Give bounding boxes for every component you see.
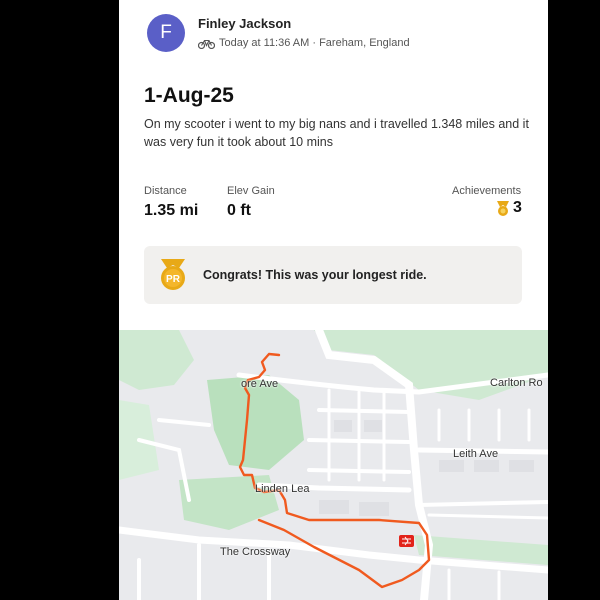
avatar-initial: F bbox=[160, 22, 172, 43]
road-label-leith-ave: Leith Ave bbox=[453, 448, 499, 460]
avatar[interactable]: F bbox=[147, 14, 185, 52]
elev-gain-value: 0 ft bbox=[227, 202, 251, 219]
activity-meta-text: Today at 11:36 AM · Fareham, England bbox=[219, 37, 410, 49]
road-label-carlton: Carlton Ro bbox=[490, 377, 543, 389]
athlete-name[interactable]: Finley Jackson bbox=[198, 16, 291, 31]
achievements-value: 3 bbox=[513, 199, 522, 216]
pr-medal-icon: PR bbox=[161, 259, 185, 290]
activity-description: On my scooter i went to my big nans and … bbox=[144, 117, 529, 149]
map-canvas bbox=[119, 330, 548, 600]
medal-icon bbox=[497, 200, 509, 216]
road-label-crossway: The Crossway bbox=[220, 546, 291, 558]
elev-gain-label: Elev Gain bbox=[227, 185, 275, 197]
distance-value: 1.35 mi bbox=[144, 202, 199, 219]
achievements-label: Achievements bbox=[452, 185, 522, 197]
rail-station-icon bbox=[399, 535, 414, 547]
activity-title: 1-Aug-25 bbox=[144, 84, 234, 107]
bike-icon bbox=[198, 39, 215, 49]
achievements-count[interactable]: 3 bbox=[495, 199, 522, 217]
activity-meta: Today at 11:36 AM · Fareham, England bbox=[198, 37, 410, 49]
route-map[interactable]: ore Ave Carlton Ro Leith Ave Linden Lea … bbox=[119, 330, 548, 600]
distance-label: Distance bbox=[144, 185, 187, 197]
longest-ride-banner[interactable]: PR Congrats! This was your longest ride. bbox=[144, 246, 522, 304]
activity-card: F Finley Jackson Today at 11:36 AM · Far… bbox=[119, 0, 548, 600]
road-label-more-ave: ore Ave bbox=[241, 378, 279, 390]
road-label-linden-lea: Linden Lea bbox=[255, 483, 310, 495]
pr-text: PR bbox=[166, 274, 181, 285]
banner-text: Congrats! This was your longest ride. bbox=[203, 268, 427, 282]
